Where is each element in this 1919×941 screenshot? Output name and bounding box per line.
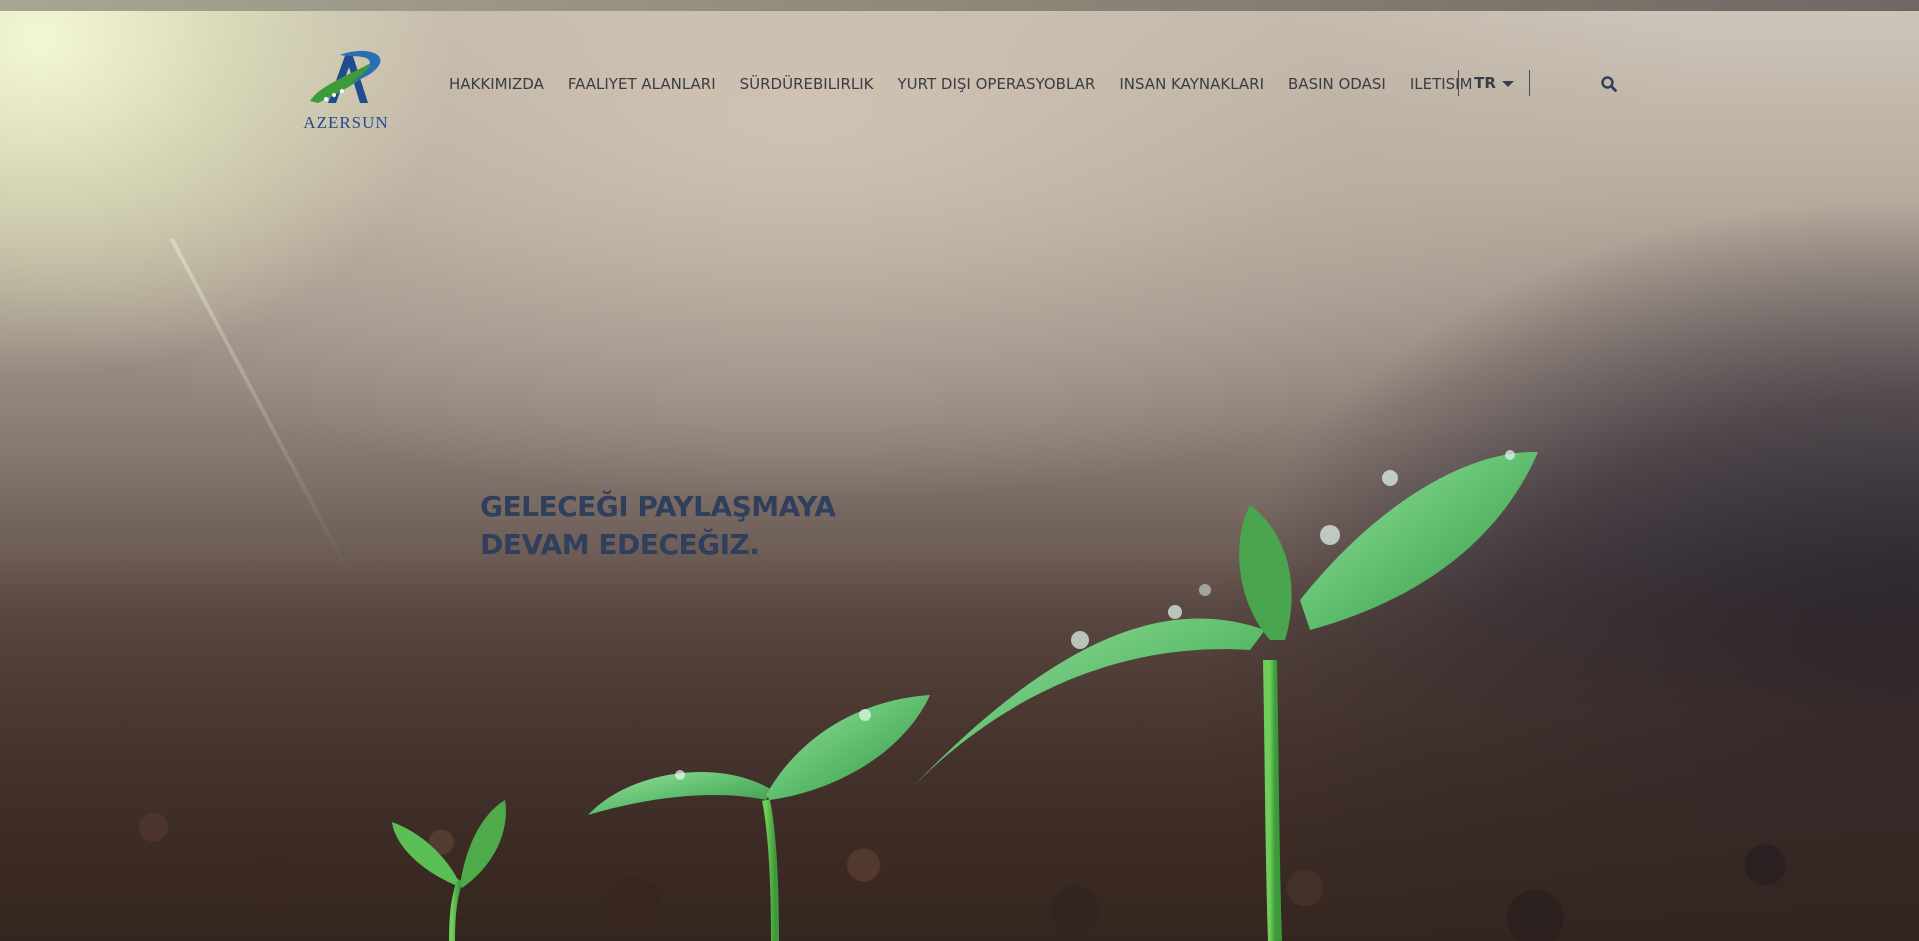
nav-item-insan-kaynaklari[interactable]: INSAN KAYNAKLARI: [1119, 75, 1264, 93]
azersun-logo[interactable]: AZERSUN: [300, 45, 392, 133]
search-icon: [1601, 76, 1617, 92]
chevron-down-icon: [1501, 81, 1514, 87]
search-button[interactable]: [1600, 75, 1618, 93]
top-bar: [0, 0, 1919, 11]
hero-title: GELECEĞI PAYLAŞMAYA DEVAM EDECEĞIZ.: [480, 488, 836, 564]
main-nav: HAKKIMIZDA FAALIYET ALANLARI SÜRDÜREBILI…: [449, 74, 1473, 94]
azersun-logo-icon: [310, 50, 381, 103]
page: AZERSUN HAKKIMIZDA FAALIYET ALANLARI SÜR…: [0, 0, 1919, 941]
nav-item-basin-odasi[interactable]: BASIN ODASI: [1288, 75, 1386, 93]
nav-item-surdurebilirlik[interactable]: SÜRDÜREBILIRLIK: [740, 75, 874, 93]
language-selector[interactable]: TR: [1458, 70, 1530, 96]
sun-ray: [170, 238, 352, 576]
nav-item-faaliyet-alanlari[interactable]: FAALIYET ALANLARI: [568, 75, 716, 93]
nav-item-hakkimizda[interactable]: HAKKIMIZDA: [449, 75, 544, 93]
language-label: TR: [1474, 74, 1496, 92]
soil-background: [0, 561, 1919, 941]
hero-title-line-1: GELECEĞI PAYLAŞMAYA: [480, 490, 836, 523]
logo-text: AZERSUN: [303, 113, 389, 132]
nav-item-yurt-disi-operasyonlar[interactable]: YURT DIŞI OPERASYOBLAR: [898, 75, 1096, 93]
hero-title-line-2: DEVAM EDECEĞIZ.: [480, 528, 760, 561]
